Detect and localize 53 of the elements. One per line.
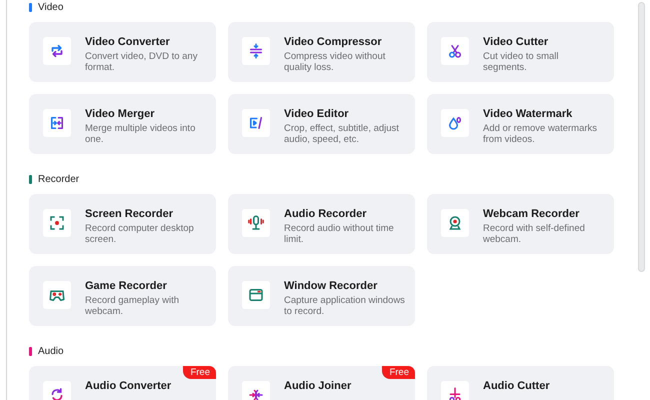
tool-description: Merge multiple videos into one. bbox=[85, 123, 196, 145]
tool-card[interactable]: Audio Converter Free bbox=[29, 366, 216, 400]
tool-title: Audio Converter bbox=[85, 380, 172, 392]
tool-title: Video Watermark bbox=[483, 108, 574, 120]
tool-description: Record gameplay with webcam. bbox=[85, 295, 180, 317]
tool-card[interactable]: Video Editor Crop, effect, subtitle, adjust audio, speed, etc. bbox=[228, 94, 415, 154]
tool-title: Video Converter bbox=[85, 36, 171, 48]
tool-title: Audio Cutter bbox=[483, 380, 550, 392]
tool-title: Screen Recorder bbox=[85, 208, 174, 220]
tool-description: Record computer desktop screen. bbox=[85, 223, 195, 245]
tool-description: Add or remove watermarks from videos. bbox=[483, 123, 598, 145]
tool-description: Compress video without quality loss. bbox=[284, 51, 386, 73]
tool-description: Crop, effect, subtitle, adjust audio, speed, etc. bbox=[284, 123, 400, 145]
window-icon bbox=[247, 286, 265, 304]
tool-card[interactable]: Audio Cutter bbox=[427, 366, 614, 400]
play-edit-icon bbox=[247, 114, 265, 132]
microphone-icon bbox=[247, 214, 265, 232]
tool-card[interactable]: Video Merger Merge multiple videos into one. bbox=[29, 94, 216, 154]
free-badge: Free bbox=[382, 366, 415, 379]
tool-card[interactable]: Video Converter Convert video, DVD to any format. bbox=[29, 22, 216, 82]
screen-record-icon bbox=[48, 214, 66, 232]
merge-arrows-icon bbox=[48, 114, 66, 132]
tool-card[interactable]: Audio Recorder Record audio without time limit. bbox=[228, 194, 415, 254]
section-title: Video bbox=[38, 2, 64, 12]
tool-card[interactable]: Video Compressor Compress video without quality loss. bbox=[228, 22, 415, 82]
tool-title: Video Merger bbox=[85, 108, 156, 120]
tool-title: Audio Recorder bbox=[284, 208, 368, 220]
tool-card[interactable]: Audio Joiner Free bbox=[228, 366, 415, 400]
compress-icon bbox=[247, 42, 265, 60]
tool-title: Video Compressor bbox=[284, 36, 383, 48]
tool-description: Capture application windows to record. bbox=[284, 295, 405, 317]
tool-description: Record with self-defined webcam. bbox=[483, 223, 586, 245]
tool-title: Webcam Recorder bbox=[483, 208, 580, 220]
scissors-icon bbox=[446, 42, 464, 60]
free-badge: Free bbox=[183, 366, 216, 379]
tool-card[interactable]: Game Recorder Record gameplay with webcam. bbox=[29, 266, 216, 326]
tool-title: Window Recorder bbox=[284, 280, 378, 292]
scrollbar-thumb[interactable] bbox=[638, 2, 645, 272]
tool-card[interactable]: Video Cutter Cut video to small segments. bbox=[427, 22, 614, 82]
tool-description: Cut video to small segments. bbox=[483, 51, 560, 73]
section-title: Audio bbox=[38, 346, 64, 356]
tool-title: Video Cutter bbox=[483, 36, 550, 48]
section-title: Recorder bbox=[38, 174, 80, 184]
tool-card[interactable]: Screen Recorder Record computer desktop screen. bbox=[29, 194, 216, 254]
tool-description: Record audio without time limit. bbox=[284, 223, 395, 245]
tool-card[interactable]: Video Watermark Add or remove watermarks from videos. bbox=[427, 94, 614, 154]
tool-description: Convert video, DVD to any format. bbox=[85, 51, 198, 73]
tool-card[interactable]: Webcam Recorder Record with self-defined webcam. bbox=[427, 194, 614, 254]
tool-title: Video Editor bbox=[284, 108, 350, 120]
tool-title: Game Recorder bbox=[85, 280, 168, 292]
tool-title: Audio Joiner bbox=[284, 380, 352, 392]
droplet-icon bbox=[446, 114, 464, 132]
tool-card[interactable]: Window Recorder Capture application windows to record. bbox=[228, 266, 415, 326]
